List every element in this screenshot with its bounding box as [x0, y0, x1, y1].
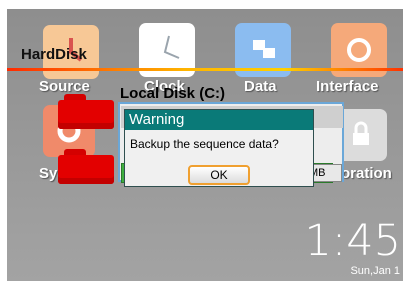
clock-time: 1:45	[304, 216, 401, 266]
dialog-title: Warning	[125, 110, 313, 130]
dialog-message: Backup the sequence data?	[130, 137, 279, 151]
folder-icon[interactable]	[58, 149, 114, 184]
clock-date: Sun,Jan 1	[350, 265, 400, 277]
calibration-app-label: oration	[341, 165, 392, 182]
folder-icon[interactable]	[58, 94, 114, 129]
source-app-label: Source	[39, 78, 90, 95]
drive-label: Local Disk (C:)	[120, 85, 226, 102]
device-screen: Source Clock Data Interface Sys oration …	[7, 9, 403, 281]
ok-button[interactable]: OK	[188, 165, 250, 185]
harddisk-title: HardDisk	[21, 46, 87, 63]
data-app-label: Data	[244, 78, 277, 95]
harddisk-header: HardDisk	[7, 41, 403, 71]
header-divider	[7, 68, 403, 71]
interface-app-label: Interface	[316, 78, 379, 95]
warning-dialog: Warning Backup the sequence data? OK	[124, 109, 314, 187]
